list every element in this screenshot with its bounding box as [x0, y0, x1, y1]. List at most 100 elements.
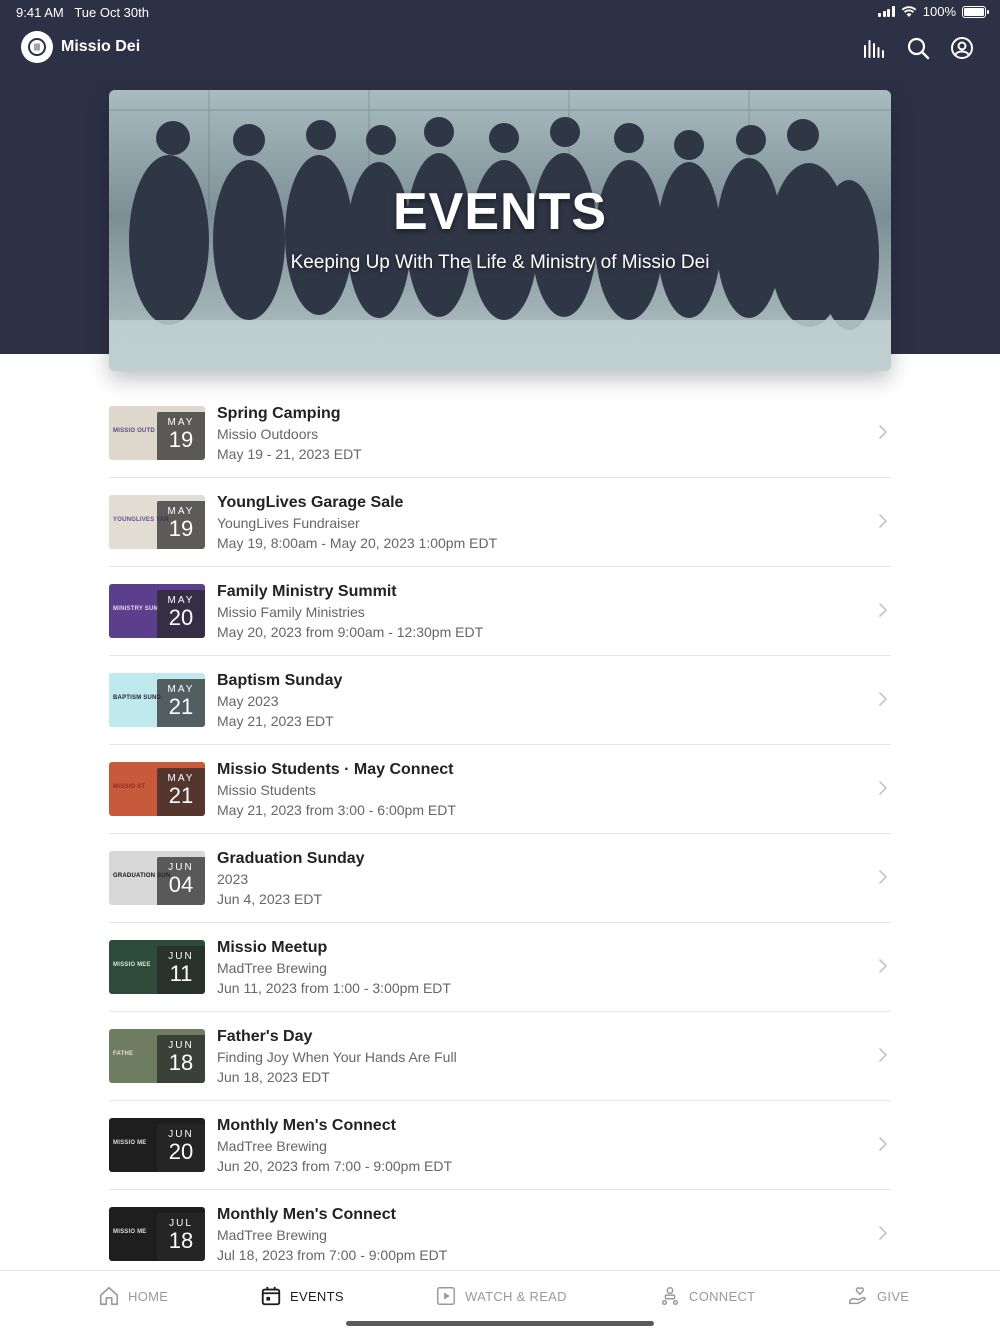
tab-label: HOME	[128, 1288, 169, 1304]
event-date: Jun 20, 2023 from 7:00 - 9:00pm EDT	[217, 1158, 453, 1174]
tab-watch-read[interactable]: WATCH & READ	[435, 1285, 567, 1307]
tab-label: EVENTS	[290, 1288, 344, 1304]
chevron-right-icon	[879, 1226, 887, 1240]
tab-label: GIVE	[877, 1288, 910, 1304]
event-row[interactable]: GRADUATION SUN JUN 04 Graduation Sunday …	[109, 834, 891, 923]
event-thumbnail: MINISTRY SUM MAY 20	[109, 584, 205, 638]
event-date: Jul 18, 2023 from 7:00 - 9:00pm EDT	[217, 1247, 448, 1263]
app-logo[interactable]: |||	[21, 31, 53, 63]
status-bar: 9:41 AM Tue Oct 30th 100%	[0, 0, 1000, 24]
event-subtitle: MadTree Brewing	[217, 1227, 327, 1243]
event-row[interactable]: MISSIO OUTD MAY 19 Spring Camping Missio…	[109, 389, 891, 478]
date-day: 11	[169, 961, 193, 986]
date-badge: MAY 19	[157, 501, 205, 549]
event-title: YoungLives Garage Sale	[217, 494, 404, 511]
event-row[interactable]: YOUNGLIVES YAR MAY 19 YoungLives Garage …	[109, 478, 891, 567]
event-subtitle: Finding Joy When Your Hands Are Full	[217, 1049, 457, 1065]
app-title: Missio Dei	[61, 38, 141, 55]
event-thumbnail: BAPTISM SUND MAY 21	[109, 673, 205, 727]
event-title: Missio Meetup	[217, 939, 328, 956]
chevron-right-icon	[879, 781, 887, 795]
date-badge: JUN 18	[157, 1035, 205, 1083]
date-day: 20	[168, 605, 194, 630]
calendar-icon	[261, 1286, 281, 1306]
events-list: MISSIO OUTD MAY 19 Spring Camping Missio…	[109, 389, 891, 1279]
event-date: Jun 4, 2023 EDT	[217, 891, 323, 907]
tab-label: CONNECT	[689, 1288, 756, 1304]
event-title: Family Ministry Summit	[217, 583, 397, 600]
home-icon	[99, 1286, 119, 1306]
date-day: 21	[168, 694, 194, 719]
event-title: Father's Day	[217, 1028, 313, 1045]
chevron-right-icon	[879, 959, 887, 973]
date-day: 19	[168, 427, 194, 452]
thumbnail-text: MISSIO OUTD	[113, 428, 155, 434]
event-subtitle: YoungLives Fundraiser	[217, 515, 360, 531]
tab-connect[interactable]: CONNECT	[659, 1285, 755, 1307]
event-row[interactable]: FATHE JUN 18 Father's Day Finding Joy Wh…	[109, 1012, 891, 1101]
event-thumbnail: MISSIO OUTD MAY 19	[109, 406, 205, 460]
tab-label: WATCH & READ	[465, 1288, 567, 1304]
chevron-right-icon	[879, 692, 887, 706]
thumbnail-text: FATHE	[113, 1051, 134, 1057]
event-thumbnail: MISSIO ME JUN 20	[109, 1118, 205, 1172]
date-badge: MAY 20	[157, 590, 205, 638]
date-badge: JUL 18	[157, 1213, 205, 1261]
logo-mark-icon: |||	[28, 38, 46, 56]
event-date: Jun 11, 2023 from 1:00 - 3:00pm EDT	[217, 980, 451, 996]
tab-home[interactable]: HOME	[98, 1285, 168, 1307]
date-badge: MAY 19	[157, 412, 205, 460]
event-subtitle: Missio Students	[217, 782, 316, 798]
event-subtitle: Missio Family Ministries	[217, 604, 365, 620]
chevron-right-icon	[879, 1137, 887, 1151]
cellular-signal-icon	[878, 6, 895, 17]
event-row[interactable]: MISSIO ME JUN 20 Monthly Men's Connect M…	[109, 1101, 891, 1190]
chevron-right-icon	[879, 514, 887, 528]
thumbnail-text: MINISTRY SUM	[113, 606, 159, 612]
status-indicators: 100%	[878, 4, 989, 19]
date-day: 18	[168, 1050, 194, 1075]
date-badge: MAY 21	[157, 768, 205, 816]
date-badge: MAY 21	[157, 679, 205, 727]
event-row[interactable]: MISSIO ST MAY 21 Missio Students · May C…	[109, 745, 891, 834]
event-thumbnail: FATHE JUN 18	[109, 1029, 205, 1083]
tab-events[interactable]: EVENTS	[260, 1285, 344, 1307]
profile-icon[interactable]	[950, 36, 974, 60]
event-subtitle: MadTree Brewing	[217, 960, 327, 976]
event-title: Baptism Sunday	[217, 672, 343, 689]
chevron-right-icon	[879, 870, 887, 884]
event-row[interactable]: MISSIO ME JUL 18 Monthly Men's Connect M…	[109, 1190, 891, 1279]
event-row[interactable]: MINISTRY SUM MAY 20 Family Ministry Summ…	[109, 567, 891, 656]
event-subtitle: May 2023	[217, 693, 279, 709]
date-day: 20	[168, 1139, 194, 1164]
battery-percent: 100%	[922, 4, 956, 19]
event-date: May 19 - 21, 2023 EDT	[217, 446, 362, 462]
home-indicator[interactable]	[346, 1321, 654, 1326]
give-icon	[849, 1287, 866, 1305]
date-day: 21	[168, 783, 194, 808]
connect-icon	[661, 1287, 679, 1305]
event-thumbnail: MISSIO ME JUL 18	[109, 1207, 205, 1261]
chevron-right-icon	[879, 603, 887, 617]
thumbnail-text: MISSIO ST	[113, 784, 146, 790]
event-subtitle: MadTree Brewing	[217, 1138, 327, 1154]
event-thumbnail: GRADUATION SUN JUN 04	[109, 851, 205, 905]
event-row[interactable]: BAPTISM SUND MAY 21 Baptism Sunday May 2…	[109, 656, 891, 745]
event-date: May 21, 2023 EDT	[217, 713, 334, 729]
bars-icon[interactable]	[862, 36, 886, 60]
event-title: Graduation Sunday	[217, 850, 365, 867]
thumbnail-text: MISSIO ME	[113, 1140, 147, 1146]
search-icon[interactable]	[906, 36, 930, 60]
top-navigation-bar: ||| Missio Dei	[0, 30, 1000, 66]
tab-give[interactable]: GIVE	[847, 1285, 909, 1307]
event-thumbnail: MISSIO ST MAY 21	[109, 762, 205, 816]
thumbnail-text: MISSIO ME	[113, 1229, 147, 1235]
event-thumbnail: YOUNGLIVES YAR MAY 19	[109, 495, 205, 549]
event-row[interactable]: MISSIO MEE JUN 11 Missio Meetup MadTree …	[109, 923, 891, 1012]
date-day: 04	[168, 872, 194, 897]
event-date: Jun 18, 2023 EDT	[217, 1069, 330, 1085]
battery-icon	[962, 5, 989, 18]
event-title: Monthly Men's Connect	[217, 1206, 396, 1223]
hero-banner: EVENTS Keeping Up With The Life & Minist…	[109, 90, 891, 371]
event-title: Missio Students · May Connect	[217, 761, 454, 778]
